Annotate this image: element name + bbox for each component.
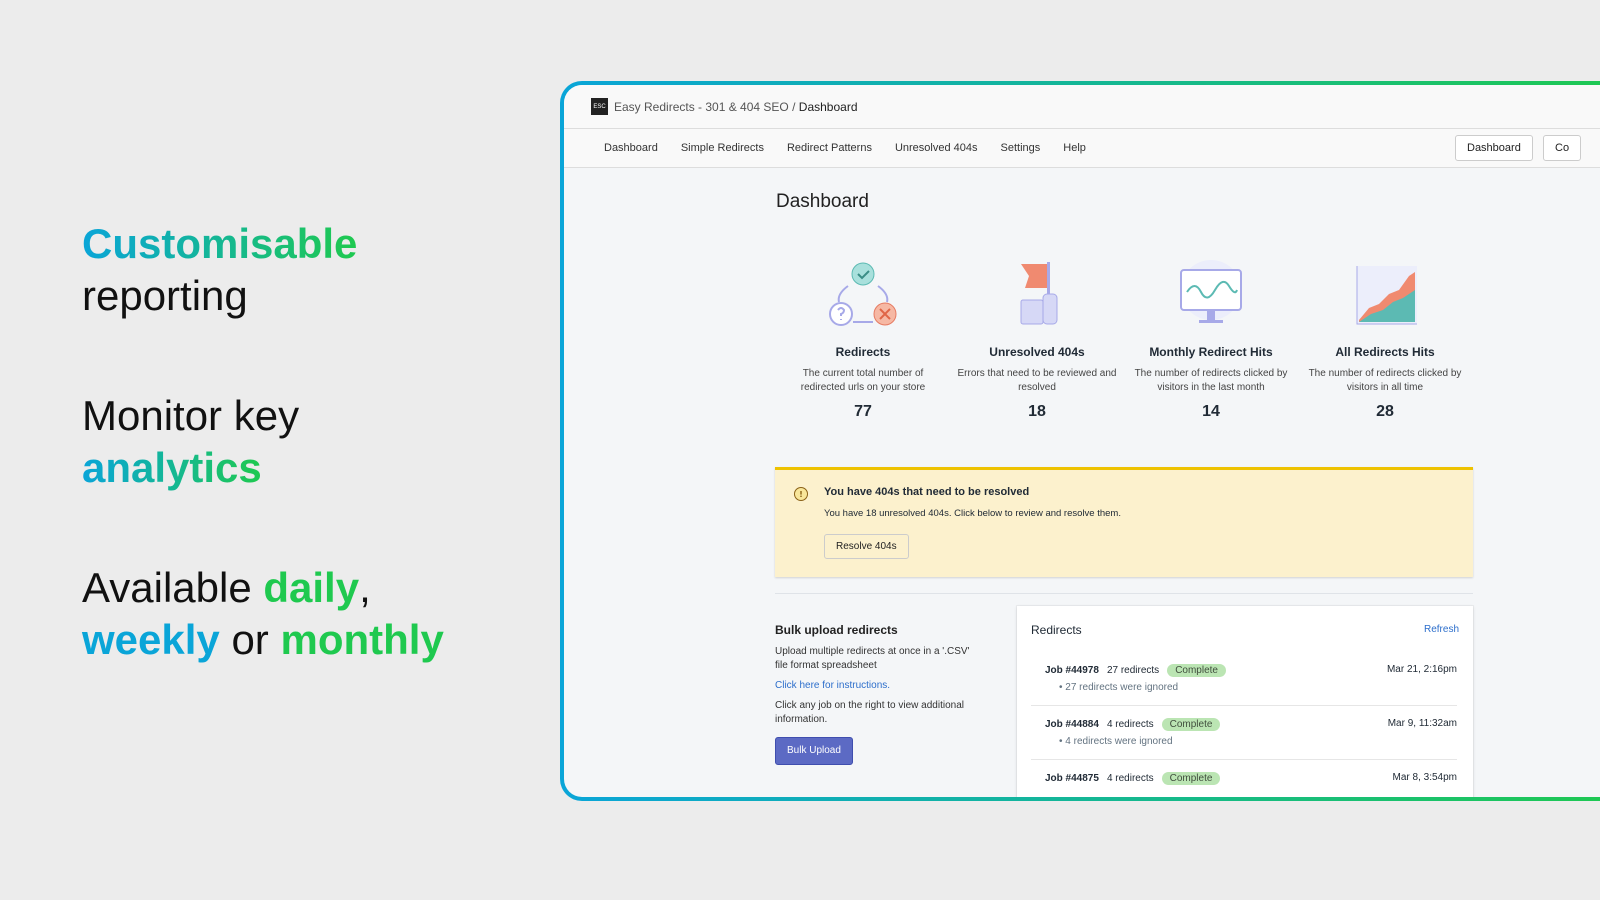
app-window: ESC Easy Redirects - 301 & 404 SEO / Das… [564, 85, 1600, 797]
nav-redirect-patterns[interactable]: Redirect Patterns [787, 142, 872, 154]
stat-all-hits: All Redirects Hits The number of redirect… [1298, 260, 1472, 421]
stat-monthly-hits: Monthly Redirect Hits The number of redir… [1124, 260, 1298, 421]
breadcrumb-current: Dashboard [798, 99, 858, 114]
breadcrumb: ESC Easy Redirects - 301 & 404 SEO / Das… [564, 85, 1600, 129]
job-id: Job #44978 [1045, 665, 1099, 676]
warning-banner: You have 404s that need to be resolved Y… [775, 467, 1473, 577]
job-note-text: 4 redirects were ignored [1065, 736, 1173, 747]
stat-value: 28 [1376, 403, 1394, 420]
job-date: Mar 8, 3:54pm [1392, 772, 1457, 783]
stat-description: The number of redirects clicked by visit… [1308, 368, 1462, 393]
area-chart-icon [1356, 266, 1417, 325]
stat-description: The number of redirects clicked by visit… [1134, 368, 1288, 393]
instructions-link[interactable]: Click here for instructions. [775, 679, 985, 693]
bulk-upload-button[interactable]: Bulk Upload [775, 737, 853, 765]
tagline-2: Monitor key analytics [82, 390, 299, 494]
app-window-frame: ESC Easy Redirects - 301 & 404 SEO / Das… [560, 81, 1600, 801]
tagline-text: Available [82, 564, 252, 611]
banner-body: You have 18 unresolved 404s. Click below… [824, 508, 1121, 519]
banner-title: You have 404s that need to be resolved [824, 486, 1030, 498]
job-row[interactable]: Job #44978 27 redirects Complete • 27 redir… [1031, 652, 1457, 706]
refresh-link[interactable]: Refresh [1424, 624, 1459, 635]
tagline-1: Customisable reporting [82, 218, 357, 322]
flag-hand-icon [1020, 262, 1058, 325]
stat-title: Unresolved 404s [989, 345, 1085, 359]
app-name[interactable]: Easy Redirects - 301 & 404 SEO [614, 100, 789, 114]
monitor-chart-icon [1180, 260, 1242, 323]
tagline-highlight: analytics [82, 444, 262, 491]
stat-value: 77 [854, 403, 872, 420]
status-badge: Complete [1167, 664, 1226, 677]
divider [775, 593, 1473, 594]
nav-simple-redirects[interactable]: Simple Redirects [681, 142, 764, 154]
dashboard-button[interactable]: Dashboard [1455, 135, 1533, 161]
secondary-nav-button[interactable]: Co [1543, 135, 1582, 161]
tagline-text: , [359, 564, 371, 611]
status-badge: Complete [1161, 718, 1221, 731]
tagline-highlight: monthly [280, 616, 444, 663]
resolve-404s-button[interactable]: Resolve 404s [824, 534, 909, 559]
bulk-upload-section: Bulk upload redirects Upload multiple re… [775, 623, 985, 765]
status-badge: Complete [1161, 772, 1221, 785]
tagline-highlight: weekly [82, 616, 220, 663]
stat-unresolved-404s: Unresolved 404s Errors that need to be re… [950, 260, 1124, 421]
stat-title: Monthly Redirect Hits [1149, 345, 1273, 359]
stats-row: Redirects The current total number of red… [776, 260, 1472, 421]
nav-help[interactable]: Help [1063, 142, 1086, 154]
job-note: • 4 redirects were ignored [1059, 736, 1173, 747]
stat-value: 18 [1028, 403, 1046, 420]
job-id: Job #44875 [1045, 773, 1099, 784]
stat-title: All Redirects Hits [1335, 345, 1435, 359]
job-date: Mar 9, 11:32am [1387, 718, 1457, 729]
bulk-hint: Click any job on the right to view addit… [775, 700, 964, 725]
bulk-description: Upload multiple redirects at once in a '… [775, 646, 970, 671]
job-row[interactable]: Job #44884 4 redirects Complete • 4 redirec… [1031, 706, 1457, 760]
app-logo: ESC [591, 98, 608, 115]
nav-settings[interactable]: Settings [1001, 142, 1041, 154]
tagline-highlight: Customisable [82, 220, 358, 267]
tagline-text: reporting [82, 272, 248, 319]
job-count: 4 redirects [1106, 719, 1154, 730]
nav-bar: Dashboard Simple Redirects Redirect Patt… [564, 129, 1600, 168]
tagline-text: or [231, 616, 269, 663]
bulk-title: Bulk upload redirects [775, 623, 898, 637]
card-title: Redirects [1031, 623, 1082, 637]
job-row[interactable]: Job #44875 4 redirects Complete Mar 8, 3:54… [1031, 760, 1457, 797]
job-date: Mar 21, 2:16pm [1386, 664, 1457, 675]
job-note-text: 27 redirects were ignored [1065, 682, 1179, 693]
alert-circle-icon [794, 487, 808, 501]
tagline-3: Available daily, weekly or monthly [82, 562, 444, 666]
tagline-text: Monitor key [82, 392, 300, 439]
stat-redirects: Redirects The current total number of red… [776, 260, 950, 421]
job-count: 27 redirects [1106, 665, 1160, 676]
tagline-highlight: daily [263, 564, 360, 611]
stat-description: The current total number of redirected u… [800, 368, 926, 393]
breadcrumb-separator: / [792, 99, 796, 114]
nav-dashboard[interactable]: Dashboard [604, 142, 658, 154]
redirect-cycle-icon [829, 262, 897, 326]
redirects-card: Redirects Refresh Job #44978 27 redirects… [1017, 606, 1473, 797]
job-id: Job #44884 [1045, 719, 1099, 730]
page-title: Dashboard [776, 191, 869, 212]
stat-title: Redirects [835, 345, 891, 359]
nav-unresolved-404s[interactable]: Unresolved 404s [895, 142, 978, 154]
stat-description: Errors that need to be reviewed and reso… [957, 368, 1117, 393]
job-note: • 27 redirects were ignored [1059, 682, 1179, 693]
stat-value: 14 [1202, 403, 1220, 420]
job-count: 4 redirects [1106, 773, 1154, 784]
